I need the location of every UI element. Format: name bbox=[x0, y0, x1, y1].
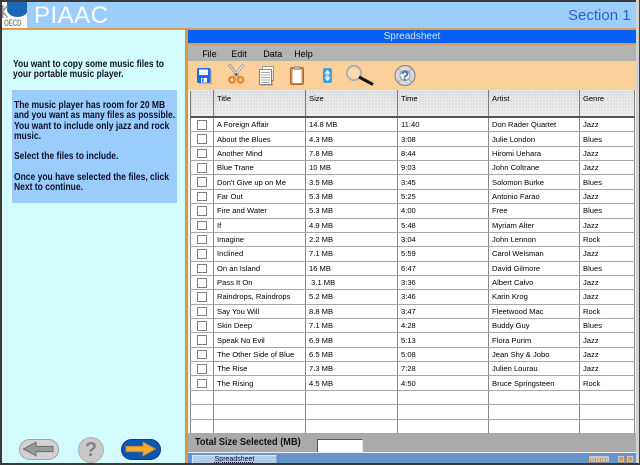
svg-text:?: ? bbox=[401, 68, 409, 83]
